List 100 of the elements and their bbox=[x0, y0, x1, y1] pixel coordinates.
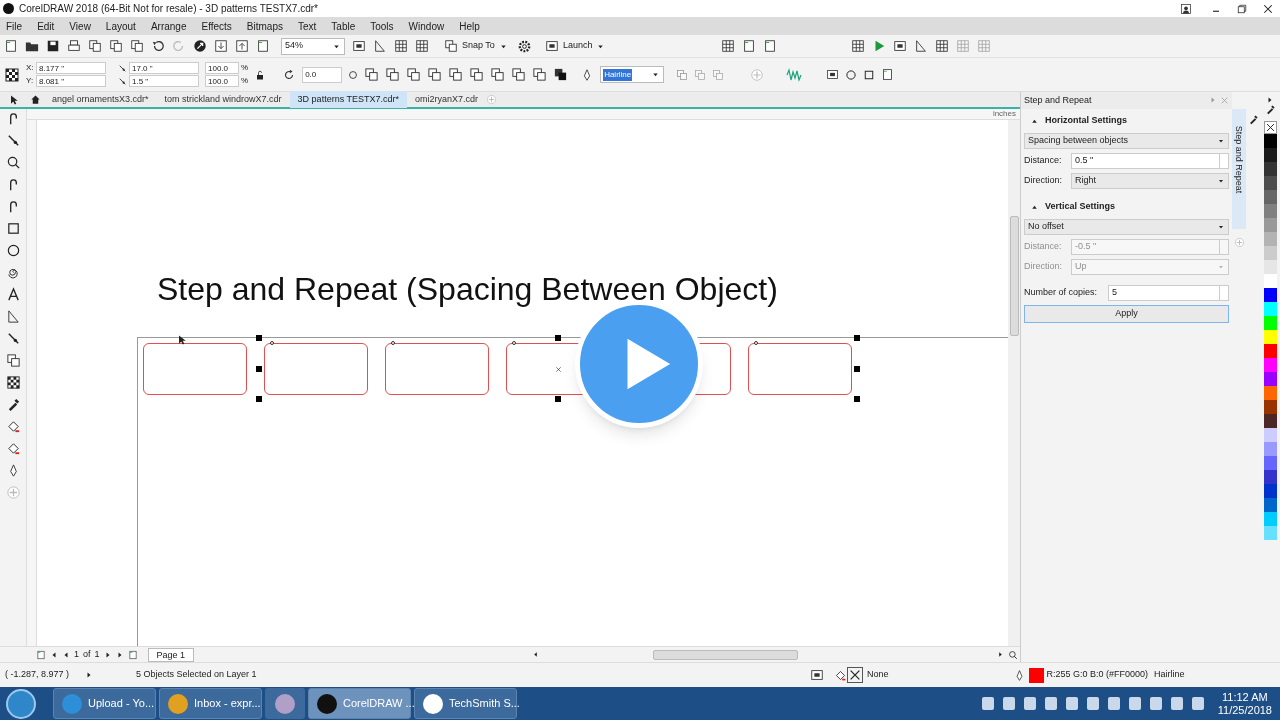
selection-handle[interactable] bbox=[854, 396, 860, 402]
menu-item[interactable]: Text bbox=[298, 18, 317, 34]
color-swatch[interactable] bbox=[1263, 372, 1277, 386]
scroll-left-icon[interactable] bbox=[532, 651, 540, 658]
color-swatch[interactable] bbox=[1263, 162, 1277, 176]
next-page-icon[interactable] bbox=[103, 650, 112, 659]
document-tab[interactable]: tom strickland windrowX7.cdr bbox=[156, 91, 290, 108]
scale-x-field[interactable]: 100.0 bbox=[205, 62, 239, 74]
first-page-icon[interactable] bbox=[50, 650, 58, 659]
previous-page-icon[interactable] bbox=[62, 650, 70, 659]
taskbar-button[interactable]: Upload - Yo... bbox=[53, 688, 156, 719]
copy-icon[interactable] bbox=[88, 39, 102, 53]
color-swatch[interactable] bbox=[1263, 190, 1277, 204]
selection-handle[interactable] bbox=[555, 396, 561, 402]
rotation-center-icon[interactable] bbox=[348, 69, 359, 80]
color-swatch[interactable] bbox=[1263, 358, 1277, 372]
page-tab[interactable]: Page 1 bbox=[147, 647, 195, 662]
user-icon[interactable] bbox=[1180, 2, 1192, 15]
undo-icon[interactable] bbox=[151, 39, 165, 53]
no-color-swatch-icon[interactable] bbox=[1263, 121, 1277, 134]
selection-handle[interactable] bbox=[555, 335, 561, 341]
color-swatch[interactable] bbox=[1263, 442, 1277, 456]
color-swatch[interactable] bbox=[1263, 274, 1277, 288]
color-swatch[interactable] bbox=[1263, 302, 1277, 316]
table-icon[interactable] bbox=[851, 39, 866, 53]
color-swatch[interactable] bbox=[1263, 386, 1277, 400]
dimension-tool-icon[interactable] bbox=[5, 309, 21, 324]
outline-width-dropdown[interactable]: Hairline bbox=[600, 66, 665, 83]
ruler-icon[interactable] bbox=[914, 39, 929, 53]
document-tab[interactable]: angel ornamentsX3.cdr* bbox=[44, 91, 157, 108]
color-swatch[interactable] bbox=[1263, 204, 1277, 218]
color-swatch[interactable] bbox=[1263, 316, 1277, 330]
save-icon[interactable] bbox=[46, 39, 60, 53]
rectangle-tool-icon[interactable] bbox=[5, 221, 21, 236]
color-swatch[interactable] bbox=[1263, 148, 1277, 162]
new-document-icon[interactable] bbox=[4, 39, 18, 53]
color-swatch[interactable] bbox=[1263, 218, 1277, 232]
snap-to-dropdown[interactable]: Snap To bbox=[442, 37, 510, 55]
taskbar-button[interactable]: TechSmith S... bbox=[414, 688, 517, 719]
width-field[interactable]: 17.0 " bbox=[129, 62, 199, 74]
settings-icon[interactable] bbox=[516, 38, 532, 54]
menu-item[interactable]: Window bbox=[408, 18, 445, 34]
zoom-dropdown[interactable]: 54% bbox=[281, 37, 345, 55]
menu-item[interactable]: Edit bbox=[37, 18, 55, 34]
print-icon[interactable] bbox=[67, 39, 81, 53]
page-icon[interactable] bbox=[881, 68, 895, 81]
import-icon[interactable] bbox=[214, 39, 228, 53]
color-swatch[interactable] bbox=[1263, 176, 1277, 190]
text-tool-icon[interactable] bbox=[5, 287, 21, 302]
fill-tool-icon[interactable] bbox=[5, 419, 21, 434]
taskbar-button[interactable]: Inbox - expr... bbox=[159, 688, 262, 719]
color-swatch[interactable] bbox=[1263, 414, 1277, 428]
copy-icon[interactable] bbox=[130, 39, 144, 53]
color-swatch[interactable] bbox=[1263, 344, 1277, 358]
color-swatch[interactable] bbox=[1263, 498, 1277, 512]
menu-item[interactable]: View bbox=[69, 18, 91, 34]
menu-item[interactable]: File bbox=[6, 18, 23, 34]
color-swatch[interactable] bbox=[1263, 260, 1277, 274]
color-swatch[interactable] bbox=[1263, 330, 1277, 344]
rotation-field[interactable]: 0.0 bbox=[302, 66, 343, 83]
selection-handle[interactable] bbox=[256, 366, 262, 372]
height-field[interactable]: 1.5 " bbox=[129, 75, 199, 87]
color-swatch[interactable] bbox=[1263, 232, 1277, 246]
menu-item[interactable]: Tools bbox=[370, 18, 394, 34]
document-tab[interactable]: 3D patterns TESTX7.cdr* bbox=[289, 91, 407, 108]
copy-icon[interactable] bbox=[109, 39, 123, 53]
distance-field[interactable]: 0.5 " bbox=[1071, 153, 1229, 169]
restore-icon[interactable] bbox=[1236, 2, 1248, 15]
start-button[interactable] bbox=[6, 688, 36, 719]
combine-icon[interactable] bbox=[553, 67, 569, 82]
selection-handle[interactable] bbox=[854, 366, 860, 372]
ellipse-tool-icon[interactable] bbox=[5, 243, 21, 258]
direction-dropdown[interactable]: Right bbox=[1071, 173, 1229, 189]
last-page-icon[interactable] bbox=[115, 650, 124, 659]
color-swatch[interactable] bbox=[1263, 456, 1277, 470]
waveform-icon[interactable] bbox=[786, 66, 803, 83]
selection-handle[interactable] bbox=[256, 396, 262, 402]
publish-icon[interactable] bbox=[193, 39, 207, 53]
close-icon[interactable] bbox=[1262, 2, 1274, 15]
copies-field[interactable]: 5 bbox=[1108, 285, 1229, 301]
menu-item[interactable]: Effects bbox=[201, 18, 232, 34]
menu-item[interactable]: Bitmaps bbox=[246, 18, 283, 34]
color-swatch[interactable] bbox=[1263, 428, 1277, 442]
mode-dropdown[interactable]: Spacing between objects bbox=[1024, 133, 1229, 149]
launch-dropdown[interactable]: Launch bbox=[542, 37, 608, 55]
menu-item[interactable]: Help bbox=[459, 18, 480, 34]
color-swatch[interactable] bbox=[1263, 470, 1277, 484]
zoom-tool-icon[interactable] bbox=[5, 155, 21, 170]
smart-fill-tool-icon[interactable] bbox=[5, 441, 21, 456]
menu-item[interactable]: Layout bbox=[105, 18, 136, 34]
rulers-icon[interactable] bbox=[373, 39, 387, 53]
selection-handle[interactable] bbox=[256, 335, 262, 341]
fill-icon[interactable] bbox=[834, 668, 847, 682]
object-position-icon[interactable] bbox=[4, 66, 20, 83]
home-icon[interactable] bbox=[30, 94, 41, 105]
transparency-tool-icon[interactable] bbox=[5, 375, 21, 390]
scale-y-field[interactable]: 100.0 bbox=[205, 75, 239, 87]
color-swatch[interactable] bbox=[1263, 400, 1277, 414]
color-swatch[interactable] bbox=[1263, 134, 1277, 148]
menu-item[interactable]: Arrange bbox=[150, 18, 187, 34]
